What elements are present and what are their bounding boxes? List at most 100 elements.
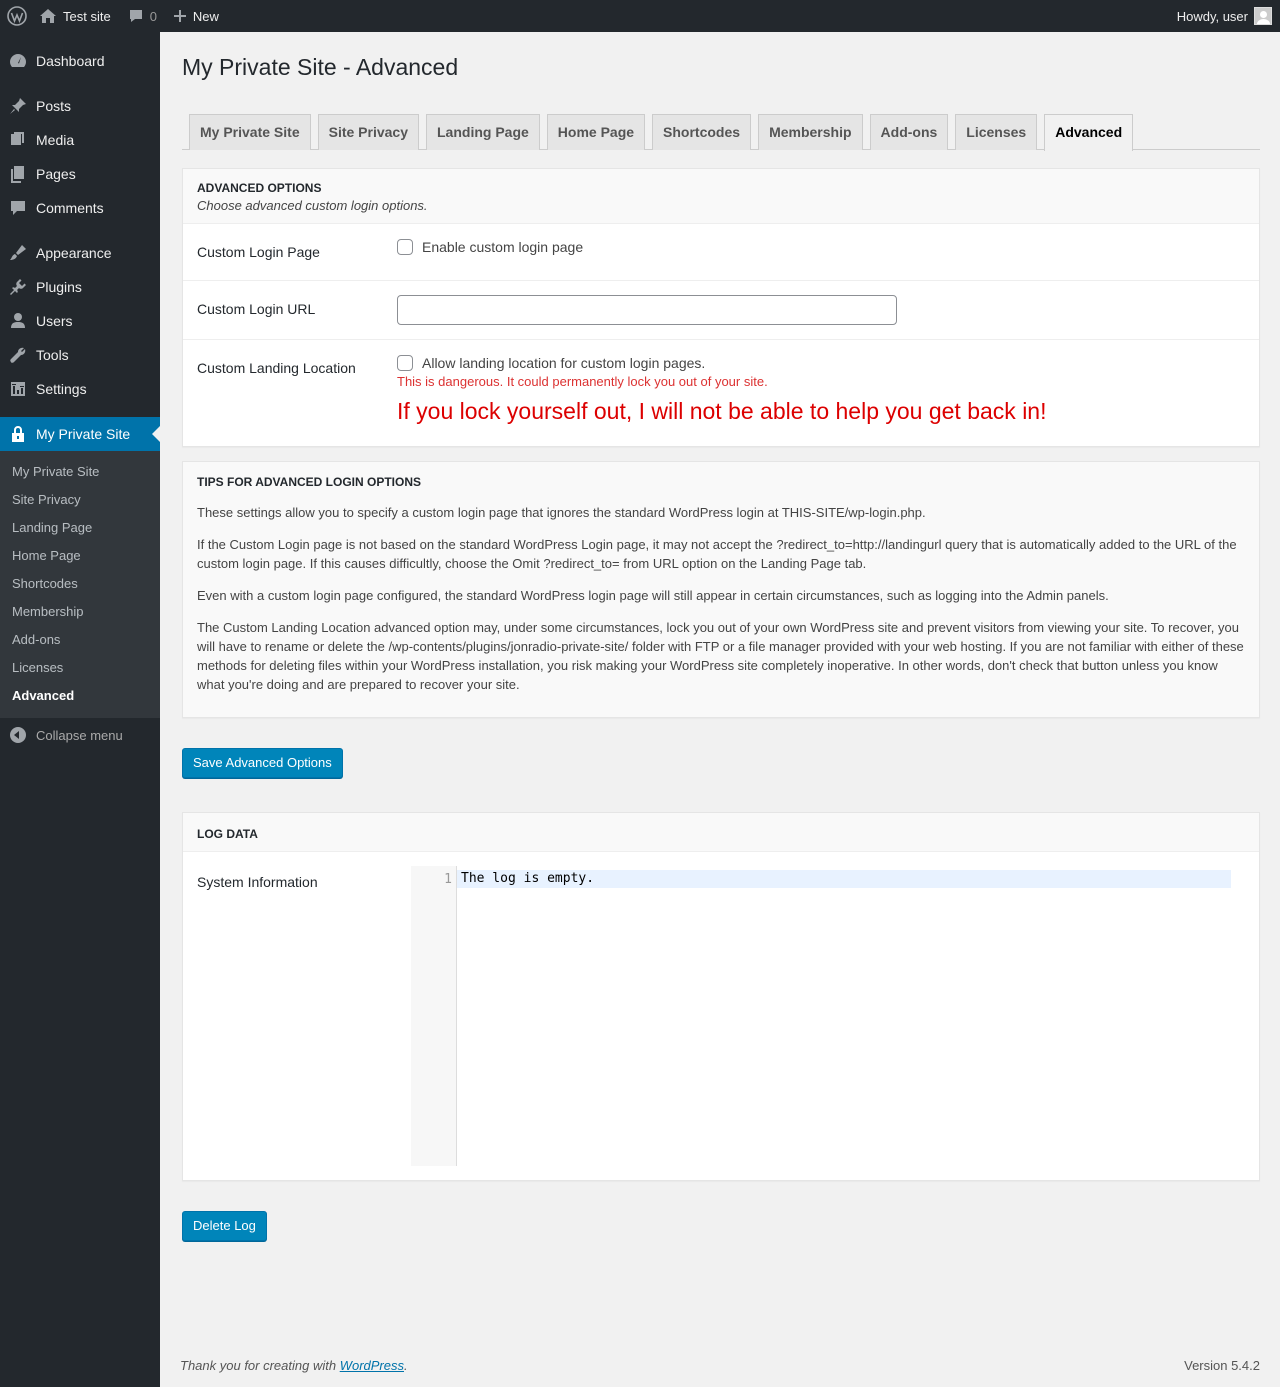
footer: Thank you for creating with WordPress. V… — [180, 1358, 1260, 1373]
custom-landing-location-label: Custom Landing Location — [197, 360, 356, 376]
allow-landing-location-label[interactable]: Allow landing location for custom login … — [422, 355, 705, 371]
menu-comments[interactable]: Comments — [0, 191, 160, 225]
custom-login-url-input[interactable] — [397, 295, 897, 325]
lock-icon — [8, 424, 28, 444]
settings-icon — [8, 379, 28, 399]
media-icon — [8, 130, 28, 150]
new-content-link[interactable]: New — [165, 0, 227, 32]
tip-paragraph: If the Custom Login page is not based on… — [197, 537, 1237, 571]
tab-add-ons[interactable]: Add-ons — [869, 114, 949, 150]
enable-custom-login-checkbox[interactable] — [397, 239, 413, 255]
menu-label: Plugins — [36, 279, 82, 295]
menu-settings[interactable]: Settings — [0, 372, 160, 406]
menu-appearance[interactable]: Appearance — [0, 236, 160, 270]
advanced-options-heading: ADVANCED OPTIONS — [197, 181, 322, 195]
avatar — [1254, 7, 1272, 25]
submenu-landing-page[interactable]: Landing Page — [0, 514, 160, 542]
submenu-home-page[interactable]: Home Page — [0, 542, 160, 570]
menu-label: My Private Site — [36, 426, 131, 442]
menu-dashboard[interactable]: Dashboard — [0, 44, 160, 78]
submenu-site-privacy[interactable]: Site Privacy — [0, 486, 160, 514]
line-number: 1 — [411, 866, 457, 1166]
new-label: New — [192, 8, 219, 24]
advanced-options-box: ADVANCED OPTIONS Choose advanced custom … — [182, 168, 1260, 447]
tab-membership[interactable]: Membership — [758, 114, 863, 150]
log-data-box: LOG DATA System Information 1 The log is… — [182, 812, 1260, 1181]
tab-licenses[interactable]: Licenses — [955, 114, 1038, 150]
howdy-text: Howdy, user — [1176, 8, 1248, 24]
submenu-advanced[interactable]: Advanced — [0, 682, 160, 710]
wordpress-link[interactable]: WordPress — [340, 1358, 404, 1373]
menu-plugins[interactable]: Plugins — [0, 270, 160, 304]
collapse-menu-button[interactable]: Collapse menu — [0, 718, 160, 752]
wordpress-logo-icon[interactable] — [0, 0, 34, 32]
log-line: The log is empty. — [457, 870, 1231, 888]
pages-icon — [8, 164, 28, 184]
custom-login-url-label: Custom Login URL — [197, 301, 316, 317]
danger-text: This is dangerous. It could permanently … — [397, 374, 768, 389]
footer-thanks: Thank you for creating with WordPress. — [180, 1358, 408, 1373]
menu-media[interactable]: Media — [0, 123, 160, 157]
tab-shortcodes[interactable]: Shortcodes — [652, 114, 752, 150]
menu-pages[interactable]: Pages — [0, 157, 160, 191]
submenu-my-private-site[interactable]: My Private Site — [0, 458, 160, 486]
brush-icon — [8, 243, 28, 263]
tab-advanced[interactable]: Advanced — [1044, 114, 1134, 151]
tip-paragraph: Even with a custom login page configured… — [197, 588, 1109, 603]
menu-label: Users — [36, 313, 73, 329]
admin-menu: Dashboard Posts Media Pages Comments App… — [0, 32, 160, 1387]
main-content: My Private Site - Advanced My Private Si… — [182, 32, 1260, 1241]
submenu-shortcodes[interactable]: Shortcodes — [0, 570, 160, 598]
tab-site-privacy[interactable]: Site Privacy — [317, 114, 419, 150]
version-text: Version 5.4.2 — [1184, 1358, 1260, 1373]
menu-label: Posts — [36, 98, 72, 114]
comments-link[interactable]: 0 — [120, 0, 165, 32]
wrench-icon — [8, 345, 28, 365]
pin-icon — [8, 96, 28, 116]
menu-label: Pages — [36, 166, 76, 182]
tab-landing-page[interactable]: Landing Page — [426, 114, 540, 150]
advanced-options-subheading: Choose advanced custom login options. — [197, 198, 428, 213]
tip-paragraph: These settings allow you to specify a cu… — [197, 505, 926, 520]
tips-box: TIPS FOR ADVANCED LOGIN OPTIONS These se… — [182, 461, 1260, 718]
menu-label: Settings — [36, 381, 87, 397]
enable-custom-login-label[interactable]: Enable custom login page — [422, 239, 583, 255]
submenu: My Private Site Site Privacy Landing Pag… — [0, 451, 160, 718]
menu-my-private-site[interactable]: My Private Site — [0, 417, 160, 451]
system-information-label: System Information — [197, 874, 318, 890]
custom-login-page-label: Custom Login Page — [197, 244, 320, 260]
menu-label: Appearance — [36, 245, 112, 261]
comment-icon — [129, 10, 142, 22]
menu-label: Dashboard — [36, 53, 105, 69]
log-data-heading: LOG DATA — [197, 827, 258, 841]
site-name-link[interactable]: Test site — [34, 0, 120, 32]
home-icon — [40, 9, 56, 23]
submenu-membership[interactable]: Membership — [0, 598, 160, 626]
admin-bar: Test site 0 New Howdy, user — [0, 0, 1280, 32]
menu-posts[interactable]: Posts — [0, 89, 160, 123]
menu-label: Tools — [36, 347, 69, 363]
my-account[interactable]: Howdy, user — [1177, 7, 1280, 25]
collapse-label: Collapse menu — [36, 727, 123, 743]
footer-thanks-suffix: . — [404, 1358, 408, 1373]
tips-heading: TIPS FOR ADVANCED LOGIN OPTIONS — [197, 475, 422, 489]
lockout-warning: If you lock yourself out, I will not be … — [397, 398, 1047, 424]
dashboard-icon — [8, 51, 28, 71]
submenu-licenses[interactable]: Licenses — [0, 654, 160, 682]
allow-landing-location-checkbox[interactable] — [397, 355, 413, 371]
plus-icon — [173, 10, 186, 22]
plugin-icon — [8, 277, 28, 297]
submenu-add-ons[interactable]: Add-ons — [0, 626, 160, 654]
save-advanced-options-button[interactable]: Save Advanced Options — [182, 748, 343, 778]
tab-my-private-site[interactable]: My Private Site — [189, 114, 311, 150]
user-icon — [8, 311, 28, 331]
menu-tools[interactable]: Tools — [0, 338, 160, 372]
tab-home-page[interactable]: Home Page — [546, 114, 646, 150]
delete-log-button[interactable]: Delete Log — [182, 1211, 267, 1241]
site-name: Test site — [63, 8, 111, 24]
log-code-editor[interactable]: 1 The log is empty. — [411, 866, 1245, 1166]
comments-count: 0 — [149, 8, 157, 24]
collapse-icon — [10, 727, 26, 743]
menu-label: Comments — [36, 200, 104, 216]
menu-users[interactable]: Users — [0, 304, 160, 338]
